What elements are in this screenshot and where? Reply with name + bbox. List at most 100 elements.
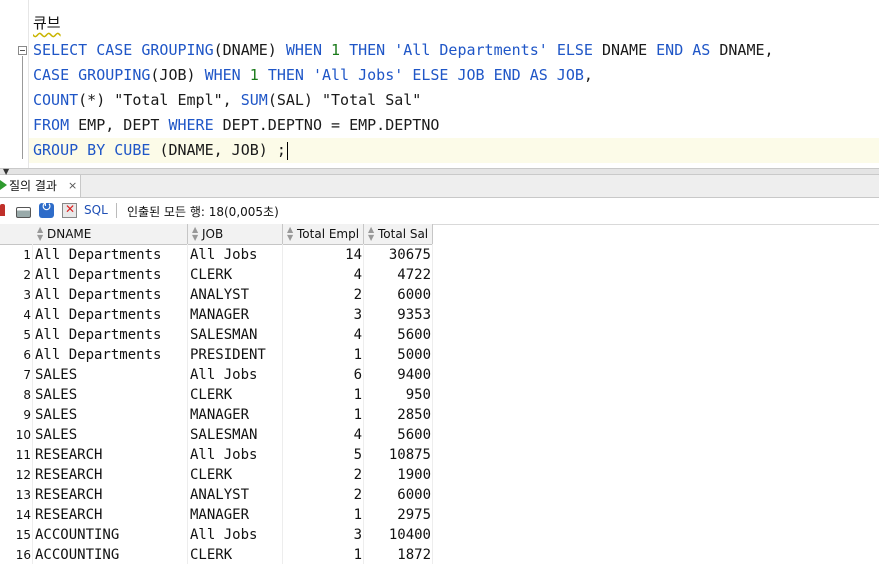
print-icon[interactable] [16, 207, 31, 218]
cell-total-sal[interactable]: 1872 [364, 545, 433, 565]
cell-total-empl[interactable]: 2 [283, 285, 364, 305]
cell-total-sal[interactable]: 5000 [364, 345, 433, 365]
cell-total-empl[interactable]: 1 [283, 545, 364, 565]
close-icon[interactable]: × [68, 175, 77, 197]
cell-job[interactable]: MANAGER [188, 505, 283, 525]
cell-job[interactable]: PRESIDENT [188, 345, 283, 365]
cell-total-sal[interactable]: 30675 [364, 245, 433, 265]
row-number: 3 [23, 288, 31, 302]
fold-collapse-icon[interactable] [18, 46, 27, 55]
table-row[interactable]: 3 All Departments ANALYST 2 6000 [0, 285, 433, 305]
cell-dname[interactable]: SALES [33, 365, 188, 385]
cell-dname[interactable]: All Departments [33, 305, 188, 325]
column-header-dname[interactable]: ▲ ▼ DNAME [33, 224, 188, 244]
cell-job[interactable]: SALESMAN [188, 425, 283, 445]
column-header-total-empl[interactable]: ▲ ▼ Total Empl [283, 224, 364, 244]
cell-total-empl[interactable]: 3 [283, 305, 364, 325]
cell-job[interactable]: MANAGER [188, 305, 283, 325]
table-row[interactable]: 12 RESEARCH CLERK 2 1900 [0, 465, 433, 485]
cell-total-empl[interactable]: 6 [283, 365, 364, 385]
cell-dname[interactable]: RESEARCH [33, 485, 188, 505]
cell-job[interactable]: SALESMAN [188, 325, 283, 345]
table-row[interactable]: 4 All Departments MANAGER 3 9353 [0, 305, 433, 325]
cell-dname[interactable]: All Departments [33, 345, 188, 365]
cell-job[interactable]: CLERK [188, 385, 283, 405]
cell-total-sal[interactable]: 5600 [364, 325, 433, 345]
table-row[interactable]: 10 SALES SALESMAN 4 5600 [0, 425, 433, 445]
code-line[interactable]: COUNT(*) "Total Empl", SUM(SAL) "Total S… [33, 88, 421, 113]
cell-dname[interactable]: All Departments [33, 265, 188, 285]
table-row[interactable]: 11 RESEARCH All Jobs 5 10875 [0, 445, 433, 465]
cell-job[interactable]: CLERK [188, 545, 283, 565]
code-line[interactable]: SELECT CASE GROUPING(DNAME) WHEN 1 THEN … [33, 38, 774, 63]
table-row[interactable]: 16 ACCOUNTING CLERK 1 1872 [0, 545, 433, 565]
cell-dname[interactable]: ACCOUNTING [33, 545, 188, 565]
cell-dname[interactable]: All Departments [33, 285, 188, 305]
refresh-icon[interactable] [39, 200, 54, 218]
cell-total-sal[interactable]: 5600 [364, 425, 433, 445]
cell-dname[interactable]: RESEARCH [33, 465, 188, 485]
sql-button[interactable]: SQL [84, 203, 108, 217]
table-row[interactable]: 8 SALES CLERK 1 950 [0, 385, 433, 405]
cell-total-empl[interactable]: 4 [283, 425, 364, 445]
tab-query-result[interactable]: 질의 결과 × [0, 175, 81, 197]
clear-icon[interactable] [62, 202, 77, 218]
cell-dname[interactable]: ACCOUNTING [33, 525, 188, 545]
cell-total-sal[interactable]: 10400 [364, 525, 433, 545]
cell-total-empl[interactable]: 1 [283, 405, 364, 425]
cell-total-sal[interactable]: 950 [364, 385, 433, 405]
cell-total-empl[interactable]: 1 [283, 385, 364, 405]
pane-splitter[interactable]: ▼ [0, 168, 879, 176]
cell-total-sal[interactable]: 4722 [364, 265, 433, 285]
table-row[interactable]: 6 All Departments PRESIDENT 1 5000 [0, 345, 433, 365]
cell-total-empl[interactable]: 1 [283, 345, 364, 365]
cell-total-sal[interactable]: 10875 [364, 445, 433, 465]
table-row[interactable]: 13 RESEARCH ANALYST 2 6000 [0, 485, 433, 505]
cell-total-sal[interactable]: 6000 [364, 285, 433, 305]
cell-total-sal[interactable]: 2975 [364, 505, 433, 525]
column-header-job[interactable]: ▲ ▼ JOB [188, 224, 283, 244]
cell-job[interactable]: ANALYST [188, 285, 283, 305]
cell-job[interactable]: ANALYST [188, 485, 283, 505]
cell-dname[interactable]: RESEARCH [33, 445, 188, 465]
cell-dname[interactable]: SALES [33, 425, 188, 445]
cell-total-empl[interactable]: 3 [283, 525, 364, 545]
cell-total-sal[interactable]: 9400 [364, 365, 433, 385]
table-row[interactable]: 14 RESEARCH MANAGER 1 2975 [0, 505, 433, 525]
column-header-total-sal[interactable]: ▲ ▼ Total Sal [364, 224, 433, 244]
cell-total-empl[interactable]: 4 [283, 325, 364, 345]
cell-dname[interactable]: RESEARCH [33, 505, 188, 525]
cell-total-sal[interactable]: 2850 [364, 405, 433, 425]
cell-total-empl[interactable]: 14 [283, 245, 364, 265]
code-line[interactable]: GROUP BY CUBE (DNAME, JOB) ; [29, 138, 879, 163]
code-line[interactable]: CASE GROUPING(JOB) WHEN 1 THEN 'All Jobs… [33, 63, 593, 88]
cell-dname[interactable]: All Departments [33, 245, 188, 265]
cell-job[interactable]: All Jobs [188, 365, 283, 385]
cell-total-empl[interactable]: 4 [283, 265, 364, 285]
cell-total-empl[interactable]: 1 [283, 505, 364, 525]
table-row[interactable]: 5 All Departments SALESMAN 4 5600 [0, 325, 433, 345]
table-row[interactable]: 2 All Departments CLERK 4 4722 [0, 265, 433, 285]
cell-total-empl[interactable]: 5 [283, 445, 364, 465]
cell-job[interactable]: All Jobs [188, 525, 283, 545]
cell-dname[interactable]: All Departments [33, 325, 188, 345]
cell-job[interactable]: MANAGER [188, 405, 283, 425]
code-line[interactable]: FROM EMP, DEPT WHERE DEPT.DEPTNO = EMP.D… [33, 113, 439, 138]
cell-job[interactable]: All Jobs [188, 245, 283, 265]
cell-total-sal[interactable]: 6000 [364, 485, 433, 505]
cell-total-sal[interactable]: 1900 [364, 465, 433, 485]
table-row[interactable]: 7 SALES All Jobs 6 9400 [0, 365, 433, 385]
table-row[interactable]: 15 ACCOUNTING All Jobs 3 10400 [0, 525, 433, 545]
cell-total-empl[interactable]: 2 [283, 465, 364, 485]
cell-job[interactable]: All Jobs [188, 445, 283, 465]
cell-dname[interactable]: SALES [33, 405, 188, 425]
cell-dname[interactable]: SALES [33, 385, 188, 405]
cell-job[interactable]: CLERK [188, 265, 283, 285]
pin-icon[interactable] [0, 204, 5, 216]
sql-editor[interactable]: 큐브 SELECT CASE GROUPING(DNAME) WHEN 1 TH… [0, 0, 879, 168]
cell-total-sal[interactable]: 9353 [364, 305, 433, 325]
cell-total-empl[interactable]: 2 [283, 485, 364, 505]
table-row[interactable]: 9 SALES MANAGER 1 2850 [0, 405, 433, 425]
table-row[interactable]: 1 All Departments All Jobs 14 30675 [0, 245, 433, 265]
cell-job[interactable]: CLERK [188, 465, 283, 485]
